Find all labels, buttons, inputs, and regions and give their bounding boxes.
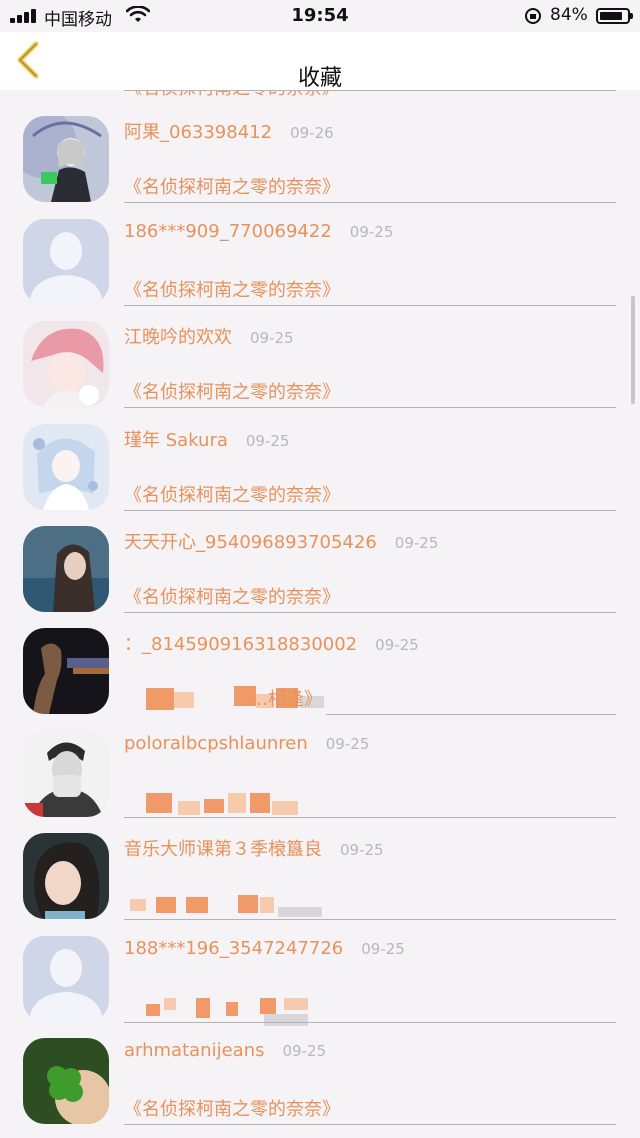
item-date: 09-25 <box>325 735 370 753</box>
list-item[interactable]: 江晚吟的欢欢 09-25 《名侦探柯南之零的奈奈》 <box>0 307 640 409</box>
item-name: 江晚吟的欢欢 09-25 <box>124 327 294 348</box>
rotation-lock-icon <box>525 8 541 24</box>
item-name: 188***196_3547247726 09-25 <box>124 938 405 959</box>
avatar <box>23 526 109 612</box>
list-item[interactable]: 188***196_3547247726 09-25 <box>0 922 640 1026</box>
divider <box>124 612 616 613</box>
avatar <box>23 628 109 714</box>
item-name: arhmatanijeans 09-25 <box>124 1040 327 1061</box>
item-date: 09-25 <box>361 940 405 958</box>
item-name: 阿果_063398412 09-26 <box>124 122 334 143</box>
item-name: 天天开心_954096893705426 09-25 <box>124 532 439 553</box>
divider <box>124 1022 616 1023</box>
status-bar: 中国移动 19:54 84% <box>0 0 640 32</box>
avatar <box>23 424 109 510</box>
item-date: 09-25 <box>375 636 419 654</box>
list-item[interactable]: 瑾年 Sakura 09-25 《名侦探柯南之零的奈奈》 <box>0 410 640 512</box>
divider <box>124 919 616 920</box>
item-date: 09-25 <box>250 329 294 347</box>
divider <box>124 202 616 203</box>
avatar <box>23 116 109 202</box>
item-subtitle: 《名侦探柯南之零的奈奈》 <box>124 485 340 506</box>
divider <box>326 714 616 715</box>
list-item[interactable]: ：_814590916318830002 09-25 …相逢》 <box>0 614 640 716</box>
list-item[interactable]: 186***909_770069422 09-25 《名侦探柯南之零的奈奈》 <box>0 205 640 307</box>
status-time: 19:54 <box>291 5 349 26</box>
item-subtitle: 《名侦探柯南之零的奈奈》 <box>124 280 340 301</box>
favorites-list: 《名侦探柯南之零的奈奈》 阿果_06339841209-26 《名侦探柯南之零的… <box>0 0 640 1138</box>
item-name: 音乐大师课第３季榱簋良 09-25 <box>124 839 384 860</box>
avatar <box>23 731 109 817</box>
avatar <box>23 321 109 407</box>
battery-icon <box>596 8 633 24</box>
item-name: 瑾年 Sakura 09-25 <box>124 430 290 451</box>
default-avatar-icon <box>23 936 109 1022</box>
page-title: 收藏 <box>297 66 342 91</box>
list-item[interactable]: poloralbcpshlaunren 09-25 <box>0 717 640 819</box>
item-name: poloralbcpshlaunren 09-25 <box>124 733 370 754</box>
default-avatar-icon <box>23 219 109 305</box>
item-subtitle: …相逢》 <box>250 689 322 710</box>
item-date: 09-25 <box>282 1042 327 1060</box>
divider <box>124 1124 616 1125</box>
list-item[interactable]: 天天开心_954096893705426 09-25 《名侦探柯南之零的奈奈》 <box>0 512 640 614</box>
list-item[interactable]: 阿果_063398412 09-26 《名侦探柯南之零的奈奈》 <box>0 102 640 204</box>
item-name: ：_814590916318830002 09-25 <box>124 634 419 655</box>
item-subtitle: 《名侦探柯南之零的奈奈》 <box>124 177 340 198</box>
navigation-bar: 收藏 <box>0 32 640 91</box>
list-item[interactable]: arhmatanijeans 09-25 《名侦探柯南之零的奈奈》 <box>0 1024 640 1126</box>
item-subtitle: 《名侦探柯南之零的奈奈》 <box>124 587 340 608</box>
divider <box>124 510 616 511</box>
item-subtitle: 《名侦探柯南之零的奈奈》 <box>124 1099 340 1120</box>
divider <box>124 407 616 408</box>
item-date: 09-25 <box>340 841 384 859</box>
scrollbar[interactable] <box>631 296 635 404</box>
item-name: 186***909_770069422 09-25 <box>124 221 394 242</box>
avatar <box>23 833 109 919</box>
battery-percentage: 84% <box>550 5 588 25</box>
avatar <box>23 1038 109 1124</box>
item-date: 09-25 <box>349 223 394 241</box>
list-item[interactable]: 音乐大师课第３季榱簋良 09-25 <box>0 819 640 921</box>
item-date: 09-25 <box>245 432 290 450</box>
divider <box>124 817 616 818</box>
item-subtitle: 《名侦探柯南之零的奈奈》 <box>124 382 340 403</box>
divider <box>124 305 616 306</box>
item-date: 09-26 <box>290 124 334 142</box>
item-date: 09-25 <box>394 534 439 552</box>
